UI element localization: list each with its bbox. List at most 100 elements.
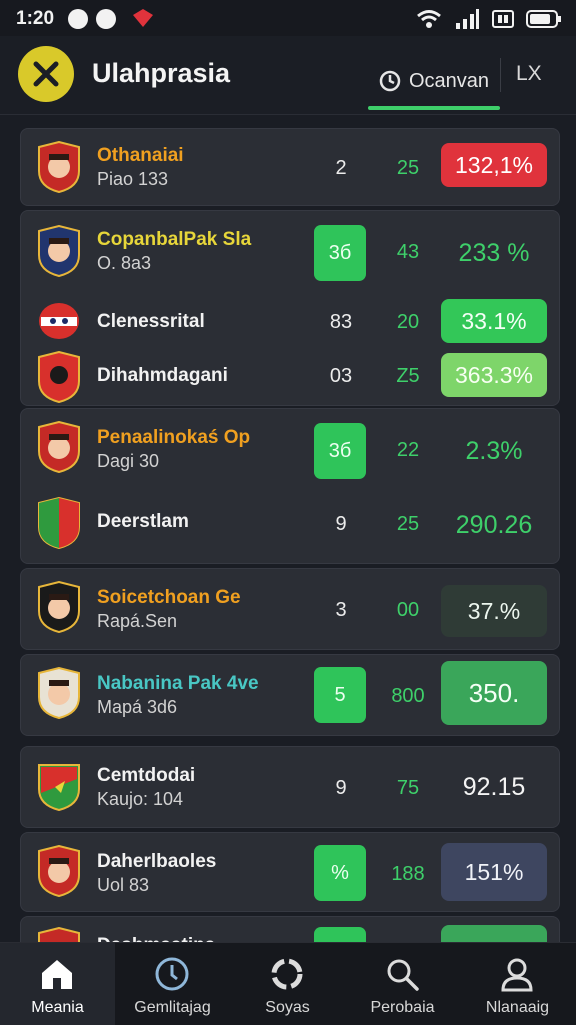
list-item[interactable]: Nabanina Pak 4ve Mapá 3d6 5 800 350. [21,661,559,725]
stat-value-green: 22 [396,439,420,461]
data-icon [492,10,514,28]
record-icon [96,9,116,29]
match-card[interactable]: Soicetchoan Ge Rapá.Sen 3 00 37.% [20,568,560,650]
tab-label: Meania [31,999,84,1016]
list-item[interactable]: Soicetchoan Ge Rapá.Sen 3 00 37.% [21,581,559,637]
percent-badge[interactable]: 350. [441,661,547,725]
signal-icon [456,9,479,29]
score-chip[interactable]: 3б [314,423,366,479]
score-chip[interactable]: % [314,845,366,901]
tab-clock[interactable]: Gemlitajag [115,943,230,1025]
match-card[interactable]: Othanaiai Piao 133 2 25 132,1% [20,128,560,206]
profile-icon [501,958,533,992]
clock-icon [379,70,401,92]
tab-canvas[interactable]: Ocanvan [368,52,500,110]
percent-value: 233 % [458,238,530,267]
team-crest-icon [38,581,80,633]
tab-label: Perobaia [370,999,435,1016]
tab-profile[interactable]: Nlanaaig [460,943,576,1025]
team-name: Penaalinokaś Op [97,427,251,448]
team-crest-icon [38,421,80,473]
x-logo-icon [33,61,59,87]
match-card[interactable]: Nabanina Pak 4ve Mapá 3d6 5 800 350. [20,654,560,736]
list-item[interactable]: Clenessrital 83 20 33.1% [21,295,559,351]
stat-value: 03 [329,365,353,387]
stat-value: 9 [335,513,347,535]
tab-label: Soyas [265,999,310,1016]
home-icon [42,960,72,989]
percent-value: 290.26 [455,510,533,539]
match-card[interactable]: Cemtdodai Kaujo: 104 9 75 92.15 [20,746,560,828]
team-crest-icon [38,351,80,403]
stat-value-green: 75 [396,777,420,799]
percent-badge[interactable]: 151% [441,843,547,901]
shield-icon [133,9,153,27]
list-item[interactable]: Cemtdodai Kaujo: 104 9 75 92.15 [21,759,559,815]
team-name: Othanaiai [97,145,184,166]
team-name: Deerstlam [97,511,189,532]
percent-badge[interactable]: 37.% [441,585,547,637]
team-crest-icon [38,764,80,811]
team-subtitle: Uol 83 [97,875,150,895]
team-crest-icon [38,497,80,549]
match-card[interactable]: Daherlbaoles Uol 83 % 188 151% [20,832,560,912]
percent-badge[interactable]: 33.1% [441,299,547,343]
score-chip[interactable]: 5 [314,667,366,723]
team-subtitle: Rapá.Sen [97,611,178,631]
match-card[interactable]: Penaalinokaś Op Dagi 30 3б 22 2.3% Deers… [20,408,560,564]
list-item[interactable]: Penaalinokaś Op Dagi 30 3б 22 2.3% [21,421,559,479]
team-name: Nabanina Pak 4ve [97,673,259,694]
match-card[interactable]: CopanbalPak Sla O. 8a3 3б 43 233 % Clene… [20,210,560,406]
team-crest-icon [38,225,80,277]
stat-value-green: 25 [396,157,420,179]
team-name: Dihahmdagani [97,365,228,386]
list-item[interactable]: Dihahmdagani 03 Z5 363.3% [21,349,559,405]
notification-icon [68,9,88,29]
team-name: Daherlbaoles [97,851,217,872]
percent-value: 92.15 [462,772,526,801]
team-subtitle: Kaujo: 104 [97,789,184,809]
team-subtitle: Mapá 3d6 [97,697,178,717]
list-item[interactable]: CopanbalPak Sla O. 8a3 3б 43 233 % [21,223,559,281]
tab-refresh[interactable]: Soyas [230,943,345,1025]
list-item[interactable]: Deerstlam 9 25 290.26 [21,495,559,551]
percent-badge[interactable]: 363.3% [441,353,547,397]
list-item[interactable]: Othanaiai Piao 133 2 25 132,1% [21,139,559,195]
tab-search[interactable]: Perobaia [345,943,460,1025]
score-chip[interactable]: 3б [314,225,366,281]
tab-label: Ocanvan [408,69,490,92]
team-name: CopanbalPak Sla [97,229,252,250]
page-title: Ulahprasia [92,58,231,88]
stat-value-green: 43 [396,241,420,263]
team-subtitle: O. 8a3 [97,253,152,273]
tab-label: Nlanaaig [485,999,550,1016]
team-name: Soicetchoan Ge [97,587,241,608]
team-subtitle: Piao 133 [97,169,169,189]
app-logo[interactable] [18,46,74,102]
tab-home[interactable]: Meania [0,943,115,1025]
wifi-icon [417,10,441,28]
divider [500,58,501,92]
stat-value: 2 [335,157,347,179]
stat-value-green: 800 [391,685,425,707]
stat-value-green: 00 [396,599,420,621]
status-bar: 1:20 [0,0,576,36]
close-button[interactable]: LX [516,62,542,86]
stat-value-green: 188 [391,863,425,885]
percent-badge[interactable]: 132,1% [441,143,547,187]
refresh-icon [271,958,303,990]
stat-value-green: 25 [396,513,420,535]
tab-indicator [368,106,500,110]
clock-icon [155,957,189,991]
team-crest-icon [38,845,80,897]
battery-icon [526,10,561,28]
team-crest-icon [38,667,80,719]
bottom-nav: Meania Gemlitajag Soyas Perobaia Nlanaai… [0,942,576,1025]
team-crest-icon [38,141,80,193]
team-name: Cemtdodai [97,765,196,786]
stat-value-green: 20 [396,311,420,333]
search-icon [387,959,419,991]
percent-value: 2.3% [465,436,523,465]
stat-value: 9 [335,777,347,799]
list-item[interactable]: Daherlbaoles Uol 83 % 188 151% [21,843,559,901]
